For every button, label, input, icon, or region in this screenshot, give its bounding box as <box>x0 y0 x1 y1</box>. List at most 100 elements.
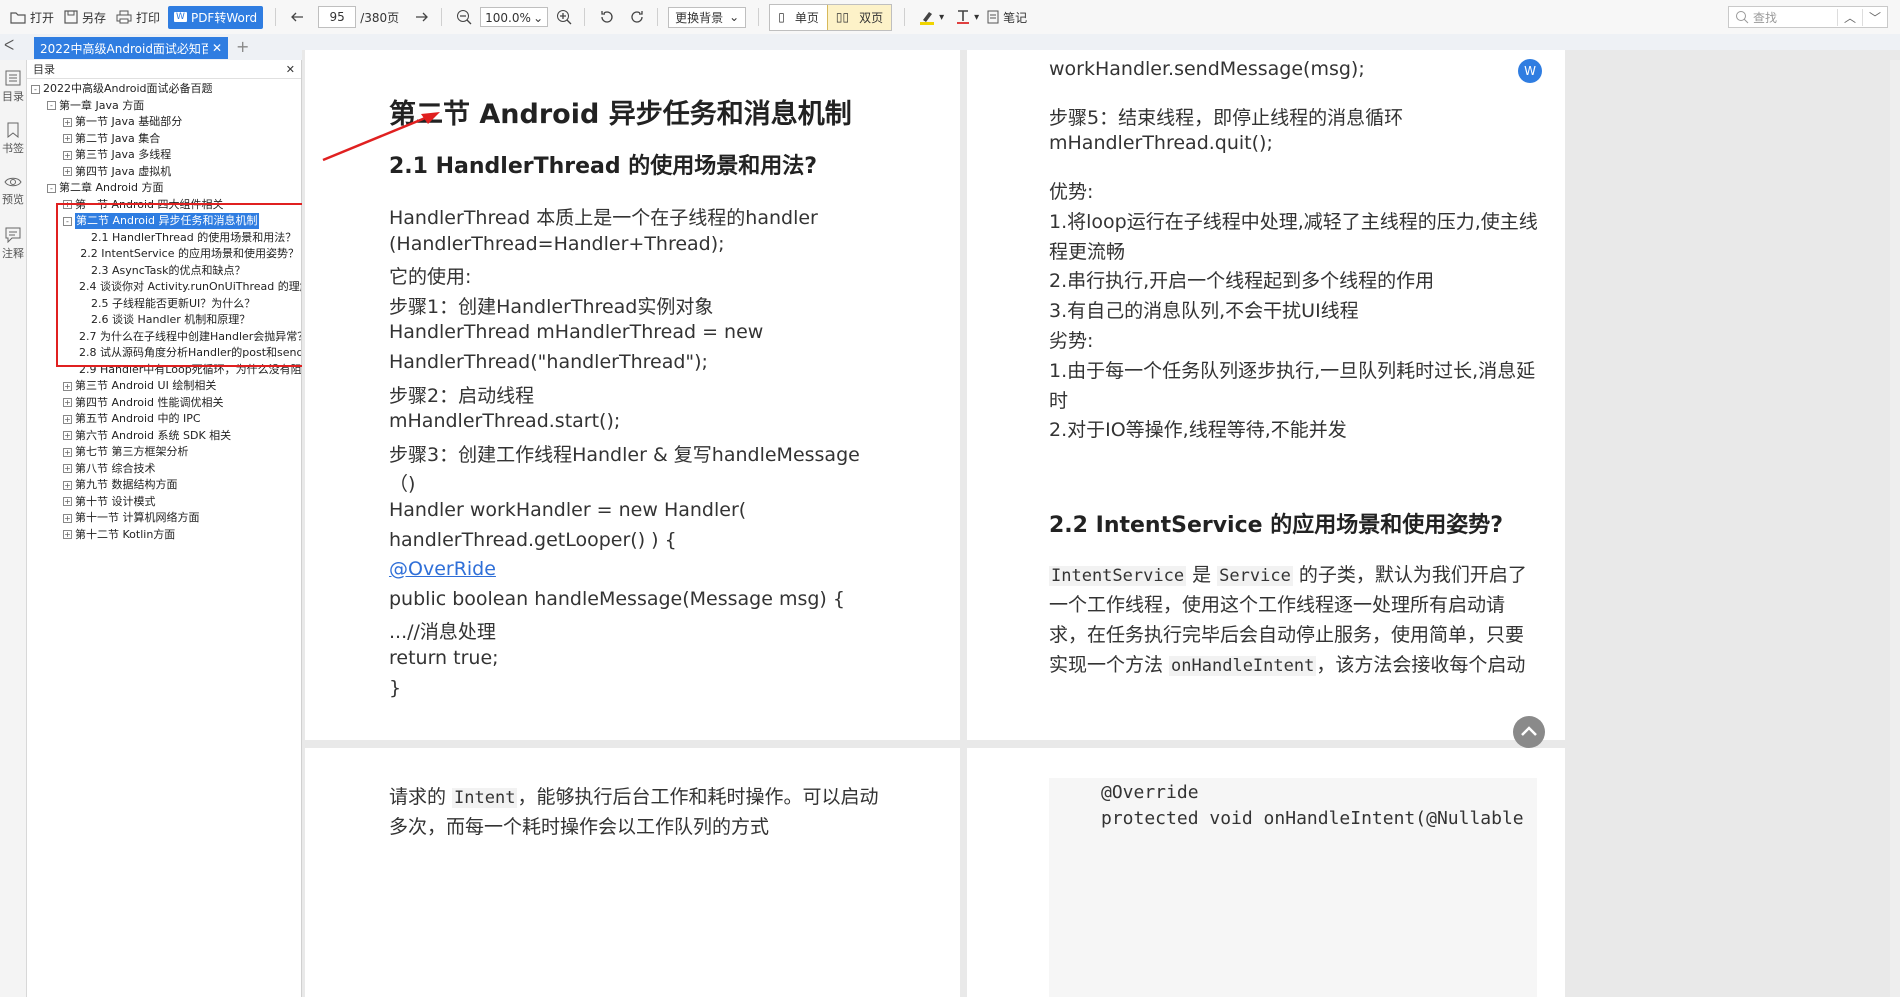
collapse-panel-button[interactable]: ᐸ <box>4 38 14 54</box>
back-to-top-button[interactable] <box>1513 716 1545 748</box>
chevron-up-icon[interactable]: ︿ <box>1836 8 1862 26</box>
toc-item-section[interactable]: + 第九节 数据结构方面 <box>63 477 299 493</box>
new-tab-button[interactable]: + <box>236 37 249 56</box>
paragraph-line: mHandlerThread.start(); <box>389 410 621 433</box>
toc-item-chapter[interactable]: - 第一章 Java 方面 <box>47 98 299 114</box>
paragraph-line: 3.有自己的消息队列,不会干扰UI线程 <box>1049 300 1359 323</box>
expand-icon[interactable]: + <box>63 464 72 473</box>
expand-icon[interactable]: + <box>63 530 72 539</box>
expand-icon[interactable]: + <box>63 414 72 424</box>
next-page-button[interactable] <box>415 11 429 23</box>
expand-icon[interactable]: + <box>63 381 72 391</box>
rail-bookmark[interactable]: 书签 <box>0 122 26 156</box>
code-line: protected void onHandleIntent(@Nullable <box>1101 808 1524 829</box>
document-tab[interactable]: 2022中高级Android面试必知百题 ✕ <box>34 37 228 59</box>
divider <box>275 8 277 26</box>
document-area: 第二节 Android 异步任务和消息机制 2.1 HandlerThread … <box>302 50 1900 997</box>
tab-title: 2022中高级Android面试必知百题 <box>40 41 208 56</box>
expand-icon[interactable]: + <box>63 398 72 407</box>
highlighter-icon <box>920 12 935 25</box>
toc-item-section[interactable]: + 第四节 Android 性能调优相关 <box>63 395 299 411</box>
zoom-out-button[interactable] <box>456 9 472 25</box>
text-span: 请求的 <box>389 786 453 808</box>
toc-item-section[interactable]: + 第三节 Android UI 绘制相关 <box>63 378 299 394</box>
save-button[interactable]: 另存 <box>64 9 106 26</box>
side-rail: 目录 书签 预览 注释 <box>0 60 27 997</box>
toc-item-section[interactable]: + 第十一节 计算机网络方面 <box>63 510 299 526</box>
toc-item-label: 第七节 第三方框架分析 <box>75 445 189 458</box>
rail-toc-label: 目录 <box>2 90 24 103</box>
rail-toc[interactable]: 目录 <box>0 70 26 104</box>
toc-item-section[interactable]: + 第七节 第三方框架分析 <box>63 444 299 460</box>
single-page-button[interactable]: ▯ 单页 <box>770 5 827 30</box>
rail-bookmark-label: 书签 <box>2 142 24 155</box>
expand-icon[interactable]: + <box>63 117 72 127</box>
double-page-button[interactable]: ▯▯ 双页 <box>826 4 892 30</box>
inline-code: Service <box>1217 566 1293 586</box>
expand-icon[interactable]: + <box>63 447 72 457</box>
highlight-button[interactable]: ▾ <box>919 9 944 25</box>
toc-item-section[interactable]: + 第六节 Android 系统 SDK 相关 <box>63 428 299 444</box>
background-select[interactable]: 更换背景 ⌄ <box>668 6 747 28</box>
expand-icon[interactable]: + <box>63 431 72 440</box>
page-number-input[interactable]: 95 <box>318 6 357 28</box>
toc-item-section[interactable]: + 第十节 设计模式 <box>63 494 299 510</box>
toc-item-chapter[interactable]: - 第二章 Android 方面 <box>47 180 299 196</box>
page-total: /380页 <box>360 10 400 25</box>
paragraph-line: 1.由于每一个任务队列逐步执行,一旦队列耗时过长,消息延 <box>1049 359 1536 382</box>
paragraph-line: 步骤1：创建HandlerThread实例对象 <box>389 295 714 318</box>
toc-item-section[interactable]: + 第八节 综合技术 <box>63 461 299 477</box>
paragraph-line: HandlerThread("handlerThread"); <box>389 351 708 373</box>
expand-icon[interactable]: + <box>63 480 72 490</box>
toc-item-root[interactable]: -2022中高级Android面试必备百题 <box>31 81 299 97</box>
vertical-scrollbar[interactable] <box>1890 60 1900 997</box>
text-span: 的子类，默认为我们开启了 <box>1292 564 1527 586</box>
double-page-icon: ▯▯ <box>835 10 850 24</box>
toc-item-section[interactable]: + 第三节 Java 多线程 <box>63 147 299 163</box>
close-icon[interactable]: ✕ <box>212 41 222 55</box>
close-icon[interactable]: ✕ <box>286 63 295 76</box>
toc-title: 目录 <box>33 63 55 76</box>
expand-icon[interactable]: + <box>63 497 72 506</box>
expand-icon[interactable]: + <box>63 150 72 160</box>
rail-annotate[interactable]: 注释 <box>0 227 26 261</box>
toc-item-section[interactable]: + 第二节 Java 集合 <box>63 131 299 147</box>
print-button[interactable]: 打印 <box>116 9 160 26</box>
toc-item-section[interactable]: + 第十二节 Kotlin方面 <box>63 527 299 543</box>
open-button[interactable]: 打开 <box>10 9 54 26</box>
toc-item-section[interactable]: + 第四节 Java 虚拟机 <box>63 164 299 180</box>
paragraph-line: 时 <box>1049 389 1069 412</box>
paragraph-line: 实现一个方法 onHandleIntent ，该方法会接收每个启动 <box>1049 650 1525 677</box>
expand-icon[interactable]: + <box>63 167 72 176</box>
collapse-icon[interactable]: - <box>47 183 56 193</box>
zoom-in-button[interactable] <box>556 9 572 25</box>
code-line: @Override <box>1101 782 1199 803</box>
zoom-select[interactable]: 100.0% ⌄ <box>480 7 549 27</box>
prev-page-button[interactable] <box>290 11 304 23</box>
view-mode-toggle: ▯ 单页 ▯▯ 双页 <box>769 3 893 31</box>
toc-item-section[interactable]: + 第五节 Android 中的 IPC <box>63 411 299 427</box>
search-input[interactable]: 查找 ︿ ﹀ <box>1728 6 1888 28</box>
pdf-to-word-button[interactable]: W PDF转Word <box>168 5 264 29</box>
chevron-down-icon[interactable]: ﹀ <box>1861 8 1887 26</box>
rotate-left-button[interactable] <box>599 9 615 25</box>
link-text[interactable]: @OverRide <box>389 558 496 580</box>
word-float-button[interactable]: W <box>1518 59 1542 83</box>
collapse-icon[interactable]: - <box>31 84 40 94</box>
toc-item-section[interactable]: + 第一节 Java 基础部分 <box>63 114 299 130</box>
word-icon: W <box>1524 64 1536 78</box>
collapse-icon[interactable]: - <box>47 101 56 110</box>
toc-panel: 目录 ✕ -2022中高级Android面试必备百题 - 第一章 Java 方面 + 第… <box>27 60 302 997</box>
paragraph-line: 步骤2：启动线程 <box>389 384 535 407</box>
folder-icon <box>10 12 26 24</box>
highlight-box <box>56 203 317 367</box>
text-color-button[interactable]: ▾ <box>956 9 979 25</box>
saveas-label: 另存 <box>82 10 107 25</box>
rail-preview[interactable]: 预览 <box>0 175 26 207</box>
expand-icon[interactable]: + <box>63 134 72 143</box>
rotate-right-button[interactable] <box>629 9 645 25</box>
expand-icon[interactable]: + <box>63 513 72 523</box>
toc-item-label: 第八节 综合技术 <box>75 461 156 475</box>
paragraph-line: 步骤3：创建工作线程Handler & 复写handleMessage <box>389 443 860 466</box>
notes-button[interactable]: 笔记 <box>987 9 1027 26</box>
